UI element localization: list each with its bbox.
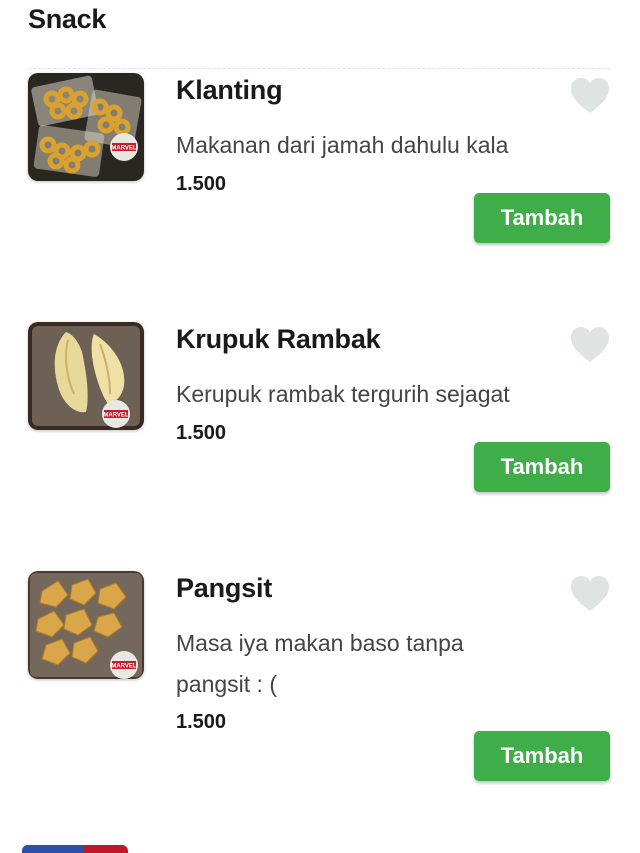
heart-icon <box>571 78 609 113</box>
favorite-button[interactable] <box>570 575 610 613</box>
heart-icon <box>571 576 609 611</box>
item-image-krupuk-rambak: MARVEL <box>28 322 144 430</box>
item-image-klanting: MARVEL <box>28 73 144 181</box>
item-name: Pangsit <box>176 573 273 603</box>
item-description: Makanan dari jamah dahulu kala <box>176 132 509 158</box>
heart-icon <box>571 327 609 362</box>
item-price: 1.500 <box>176 173 227 195</box>
item-image-pangsit: MARVEL <box>28 571 144 679</box>
svg-text:MARVEL: MARVEL <box>111 664 137 670</box>
section-divider <box>28 68 610 69</box>
menu-page: Snack MARVEL Klanting Makanan dari jamah… <box>0 0 640 853</box>
next-item-image <box>22 845 128 853</box>
item-price: 1.500 <box>176 711 227 733</box>
svg-text:MARVEL: MARVEL <box>103 413 129 419</box>
item-name: Klanting <box>176 75 283 105</box>
add-button[interactable]: Tambah <box>474 731 610 781</box>
add-button[interactable]: Tambah <box>474 442 610 492</box>
favorite-button[interactable] <box>570 77 610 115</box>
item-name: Krupuk Rambak <box>176 324 381 354</box>
item-description: Masa iya makan baso tanpa pangsit : ( <box>176 630 464 697</box>
item-description: Kerupuk rambak tergurih sejagat <box>176 381 510 407</box>
add-button[interactable]: Tambah <box>474 193 610 243</box>
section-title: Snack <box>28 4 107 34</box>
favorite-button[interactable] <box>570 326 610 364</box>
svg-text:MARVEL: MARVEL <box>111 146 137 152</box>
item-price: 1.500 <box>176 422 227 444</box>
